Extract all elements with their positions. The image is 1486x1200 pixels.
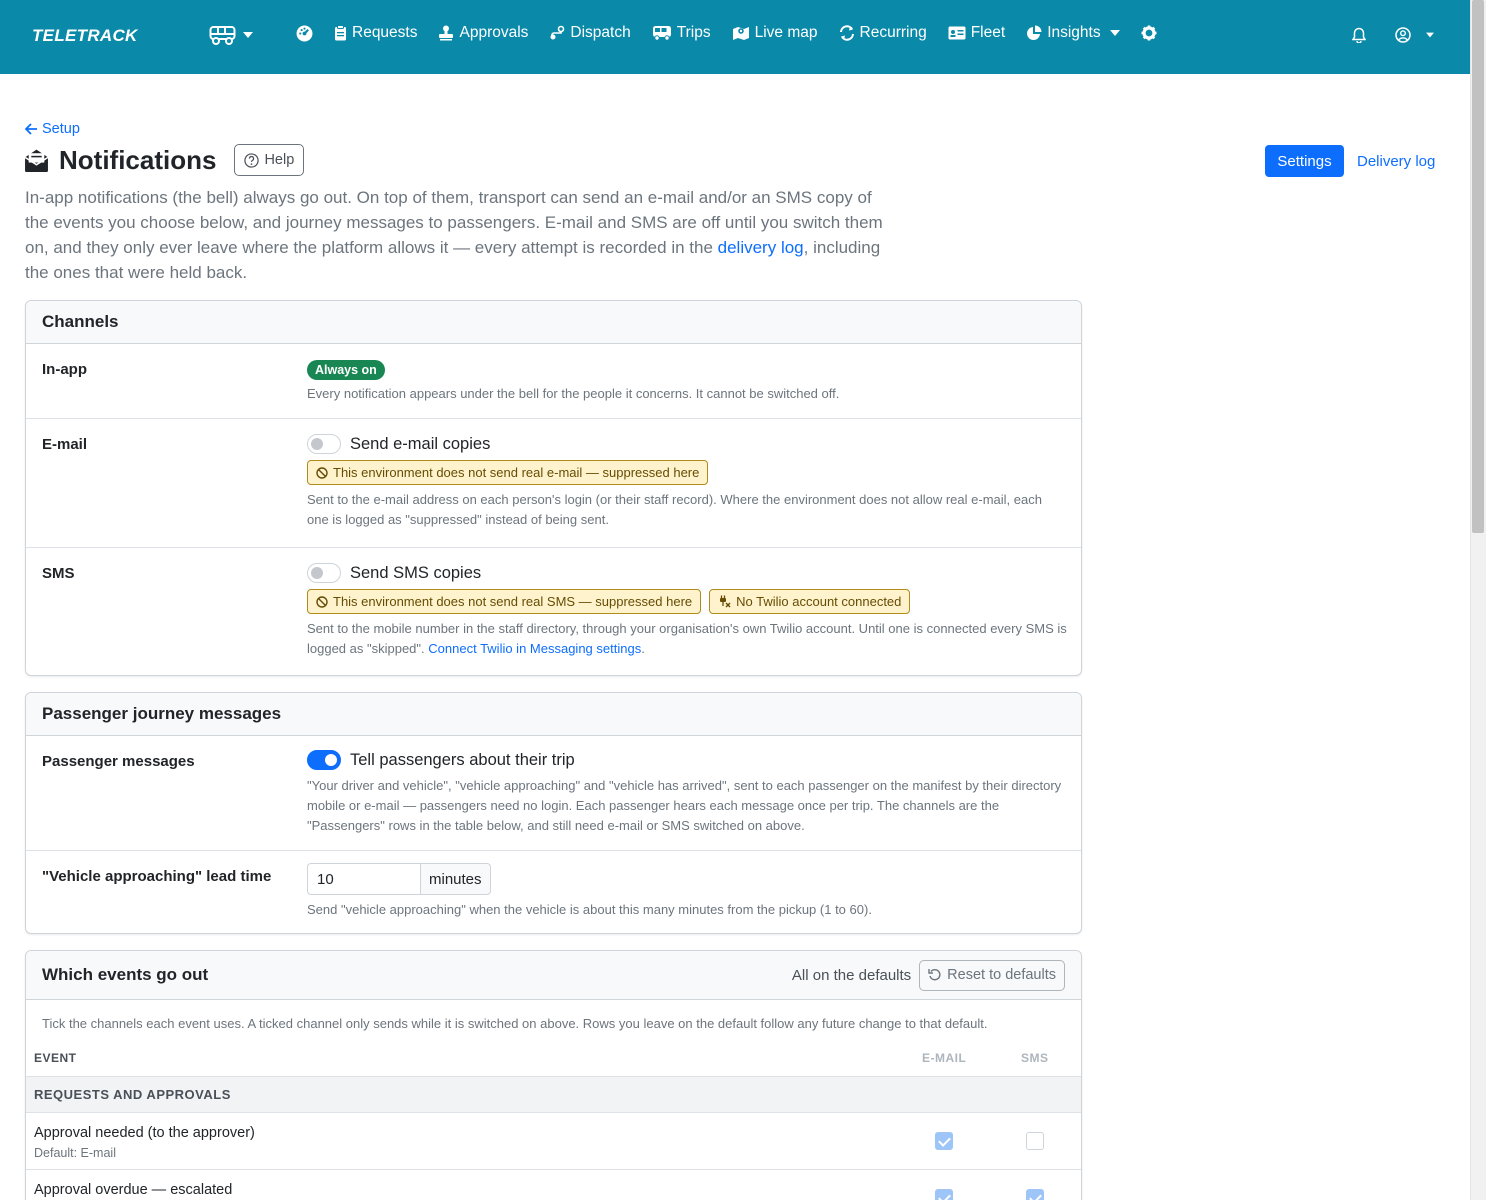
bus-icon [652,26,671,41]
channel-row-email: E-mail Send e-mail copies This environme… [26,419,1081,548]
bell-icon [1352,27,1366,43]
events-intro: Tick the channels each event uses. A tic… [42,1016,988,1031]
always-on-badge: Always on [307,360,385,380]
nav-live-map[interactable]: Live map [732,24,818,42]
sms-checkbox[interactable] [1026,1189,1044,1200]
passenger-messages-toggle[interactable] [307,750,341,770]
intro-text: In-app notifications (the bell) always g… [25,188,883,282]
defaults-status: All on the defaults [791,966,912,984]
passenger-switch-line[interactable]: Tell passengers about their trip [307,750,1067,770]
event-name: Approval needed (to the approver) [34,1125,255,1141]
table-row: Approval needed (to the approver) Defaul… [26,1113,1081,1170]
channel-row-sms: SMS Send SMS copies This environment doe… [42,563,1067,656]
tab-settings[interactable]: Settings [1265,145,1344,177]
stamp-icon [439,25,454,41]
table-row: Approval overdue — escalated [26,1170,1081,1200]
vehicle-switcher[interactable] [209,25,253,45]
email-suppressed-warning: This environment does not send real e-ma… [307,460,709,485]
plug-off-icon [720,595,731,608]
sms-suppressed-warning: This environment does not send real SMS … [307,589,702,614]
ban-icon [316,595,328,608]
nav-trips[interactable]: Trips [652,24,711,42]
chevron-down-icon [243,32,253,38]
ban-icon [316,466,328,479]
events-card: Which events go out All on the defaults … [25,950,1082,1200]
undo-icon [928,969,941,981]
passenger-header: Passenger journey messages [26,693,1081,736]
column-email: E-MAIL [922,1051,967,1065]
lead-time-unit: minutes [421,863,491,895]
nav-recurring[interactable]: Recurring [839,24,927,42]
page-title-row: Notifications Help [24,144,305,176]
arrow-left-icon [25,123,37,135]
nav-approvals[interactable]: Approvals [438,24,528,42]
sms-switch-line[interactable]: Send SMS copies [307,563,1067,583]
nav-settings[interactable] [1141,25,1157,41]
passenger-messages-card: Passenger journey messages Passenger mes… [25,692,1082,934]
scrollbar-thumb[interactable] [1472,0,1484,533]
email-checkbox[interactable] [935,1132,953,1150]
envelope-open-icon [24,149,49,172]
pie-chart-icon [1027,25,1042,40]
user-circle-icon [1395,27,1411,43]
event-default: Default: E-mail [34,1146,116,1160]
map-icon [732,27,749,40]
event-name: Approval overdue — escalated [34,1182,233,1198]
passenger-messages-row: Passenger messages Tell passengers about… [26,736,1081,851]
column-event: EVENT [34,1051,77,1065]
id-card-icon [948,26,966,40]
page-tabs: Settings Delivery log [1265,145,1435,177]
nav-dispatch[interactable]: Dispatch [549,24,631,42]
repeat-icon [839,25,854,41]
lead-time-input[interactable]: 10 [307,863,421,895]
gear-icon [1141,25,1157,41]
chevron-down-icon [1426,32,1434,38]
chevron-down-icon [1109,30,1120,36]
help-button[interactable]: Help [234,144,305,176]
nav-insights[interactable]: Insights [1026,24,1120,42]
events-header: Which events go out All on the defaults … [26,951,1081,1000]
tab-delivery-log[interactable]: Delivery log [1357,153,1435,170]
channel-row-inapp: In-app Always on Every notification appe… [26,344,1081,419]
top-navbar: TELETRACK Requests Approvals Dispatch Tr… [0,0,1470,74]
delivery-log-link[interactable]: delivery log [718,238,804,257]
van-icon [209,26,236,45]
lead-time-input-group: 10 minutes [307,863,1067,895]
connect-twilio-link[interactable]: Connect Twilio in Messaging settings [428,641,641,656]
brand-logo[interactable]: TELETRACK [32,26,138,46]
nav-dashboard[interactable] [296,25,313,42]
back-to-setup-link[interactable]: Setup [25,121,80,137]
clipboard-icon [335,25,346,41]
email-checkbox[interactable] [935,1189,953,1200]
email-switch-line[interactable]: Send e-mail copies [307,434,1067,454]
email-toggle[interactable] [307,434,341,454]
gauge-icon [296,25,313,41]
group-requests-approvals: REQUESTS AND APPROVALS [26,1076,1081,1113]
lead-time-row: "Vehicle approaching" lead time 10 minut… [26,851,1081,933]
nav-fleet[interactable]: Fleet [948,24,1005,42]
route-icon [550,25,565,40]
reset-defaults-button[interactable]: Reset to defaults [919,959,1065,991]
question-circle-icon [244,152,260,168]
sms-checkbox[interactable] [1026,1132,1044,1150]
user-menu[interactable] [1395,27,1435,43]
page-title: Notifications [59,144,217,175]
nav-requests[interactable]: Requests [334,24,417,42]
column-sms: SMS [1021,1051,1049,1065]
sms-toggle[interactable] [307,563,341,583]
notifications-bell[interactable] [1352,27,1366,43]
channels-header: Channels [26,301,1081,344]
twilio-missing-warning: No Twilio account connected [709,589,911,614]
channels-card: Channels In-app Always on Every notifica… [25,300,1082,676]
